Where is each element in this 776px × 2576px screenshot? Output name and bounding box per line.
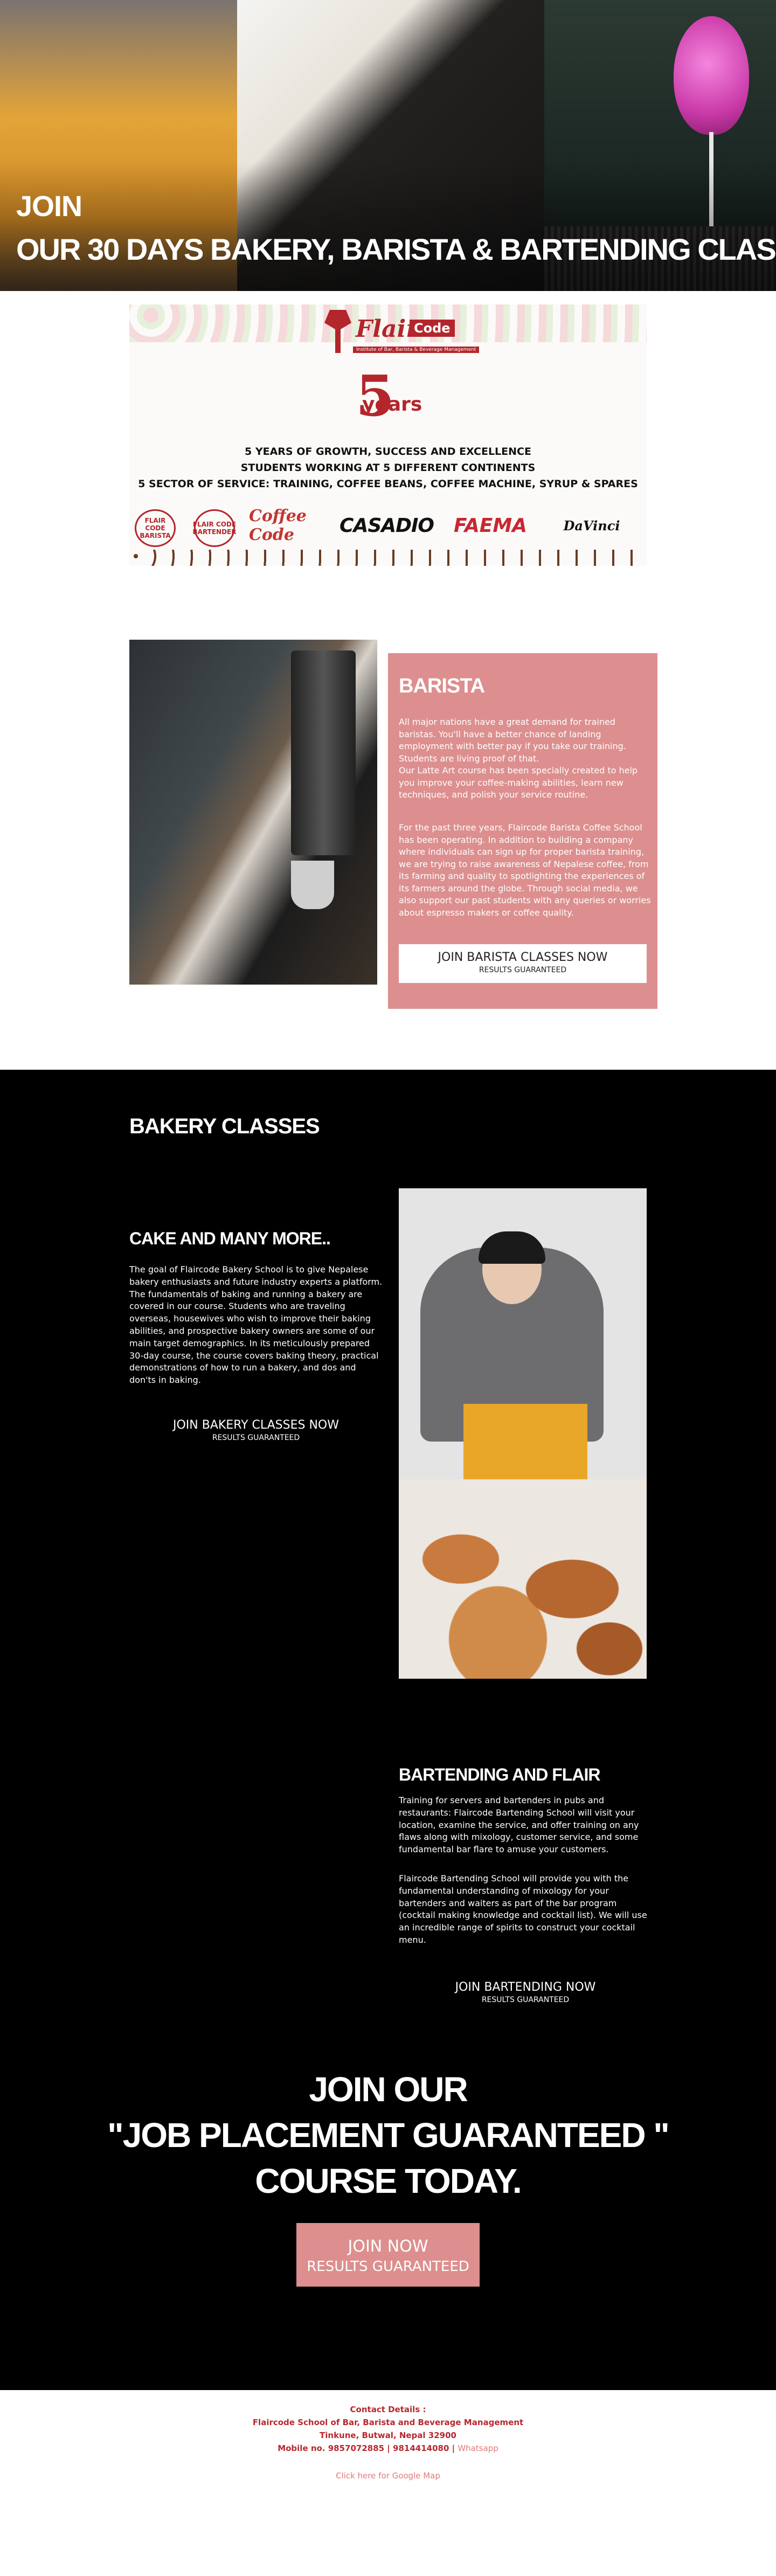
join-barista-button-sublabel: RESULTS GUARANTEED — [479, 966, 567, 974]
logo-name: Flair — [356, 315, 419, 343]
join-bartending-button[interactable]: JOIN BARTENDING NOW RESULTS GUARANTEED — [399, 1981, 652, 2007]
bakery-subheading: CAKE AND MANY MORE.. — [129, 1229, 331, 1248]
bread-loaves-image — [399, 1479, 647, 1679]
join-bartending-button-sublabel: RESULTS GUARANTEED — [481, 1996, 570, 2004]
join-now-button-label: JOIN NOW — [348, 2237, 428, 2256]
join-bakery-button[interactable]: JOIN BAKERY CLASSES NOW RESULTS GUARANTE… — [129, 1418, 383, 1445]
coffee-cup-image — [291, 861, 334, 909]
contact-phone: Mobile no. 9857072885 | 9814414080 | — [278, 2443, 455, 2453]
anniversary-banner: Flair Code Institute of Bar, Barista & B… — [129, 304, 647, 566]
contact-organization: Flaircode School of Bar, Barista and Bev… — [252, 2418, 524, 2427]
whatsapp-link[interactable]: Whatsapp — [458, 2443, 498, 2453]
cta-line-1: JOIN OUR — [309, 2070, 468, 2109]
google-map-link[interactable]: Click here for Google Map — [336, 2471, 440, 2481]
join-now-button[interactable]: JOIN NOW RESULTS GUARANTEED — [296, 2223, 480, 2287]
google-map-row: Click here for Google Map — [0, 2471, 776, 2481]
bartending-paragraph-2: Flaircode Bartending School will provide… — [399, 1873, 647, 1945]
barista-paragraph-1: All major nations have a great demand fo… — [399, 717, 638, 800]
partner-logo-faema: FAEMA — [453, 514, 528, 537]
cta-line-3: COURSE TODAY. — [255, 2162, 522, 2200]
partner-logo-casadio: CASADIO — [340, 514, 434, 537]
barista-paragraph-2: For the past three years, Flaircode Bari… — [399, 822, 651, 918]
join-barista-button-label: JOIN BARISTA CLASSES NOW — [438, 951, 608, 964]
partner-logo-davinci: DaVinci — [563, 517, 620, 534]
join-bartending-button-label: JOIN BARTENDING NOW — [455, 1981, 596, 1994]
cocktail-glass-image — [674, 16, 749, 135]
bakery-paragraph: The goal of Flaircode Bakery School is t… — [129, 1264, 383, 1386]
coffee-grinder-image — [291, 650, 356, 855]
hero-title-line2: OUR 30 DAYS BAKERY, BARISTA & BARTENDING… — [16, 232, 776, 266]
contact-phone-row: Mobile no. 9857072885 | 9814414080 | Wha… — [0, 2443, 776, 2453]
bartending-heading: BARTENDING AND FLAIR — [399, 1765, 600, 1784]
bartending-paragraph-1: Training for servers and bartenders in p… — [399, 1795, 639, 1855]
logo-subtitle: Institute of Bar, Barista & Beverage Man… — [353, 347, 480, 353]
coffee-beans-decoration — [129, 550, 647, 566]
partner-logo-flaircode-bartender: FLAIR CODE BARTENDER — [193, 509, 236, 547]
partner-logo-coffee-code: Coffee Code — [249, 507, 307, 544]
join-bakery-button-sublabel: RESULTS GUARANTEED — [212, 1434, 300, 1442]
bakery-heading: BAKERY CLASSES — [129, 1114, 320, 1138]
hero-banner: JOIN OUR 30 DAYS BAKERY, BARISTA & BARTE… — [0, 0, 776, 291]
join-barista-button[interactable]: JOIN BARISTA CLASSES NOW RESULTS GUARANT… — [399, 944, 647, 983]
bakery-photo — [399, 1188, 647, 1679]
banner-line-1: 5 YEARS OF GROWTH, SUCCESS AND EXCELLENC… — [245, 446, 531, 458]
banner-line-3: 5 SECTOR OF SERVICE: TRAINING, COFFEE BE… — [138, 478, 638, 490]
partner-logo-flaircode-barista: FLAIR CODE BARISTA — [135, 509, 176, 547]
anniversary-word: years — [362, 393, 422, 416]
barista-photo — [129, 640, 377, 985]
logo-name-code: Code — [410, 320, 455, 337]
banner-line-2: STUDENTS WORKING AT 5 DIFFERENT CONTINEN… — [240, 462, 536, 474]
join-now-button-sublabel: RESULTS GUARANTEED — [307, 2259, 469, 2275]
contact-address: Tinkune, Butwal, Nepal 32900 — [320, 2430, 456, 2440]
cta-line-2: "JOB PLACEMENT GUARANTEED " — [107, 2116, 669, 2155]
barista-card: BARISTA All major nations have a great d… — [388, 653, 657, 1009]
barista-heading: BARISTA — [399, 675, 485, 697]
hero-title-line1: JOIN — [16, 190, 82, 223]
join-bakery-button-label: JOIN BAKERY CLASSES NOW — [172, 1418, 339, 1432]
contact-title: Contact Details : — [350, 2405, 426, 2414]
